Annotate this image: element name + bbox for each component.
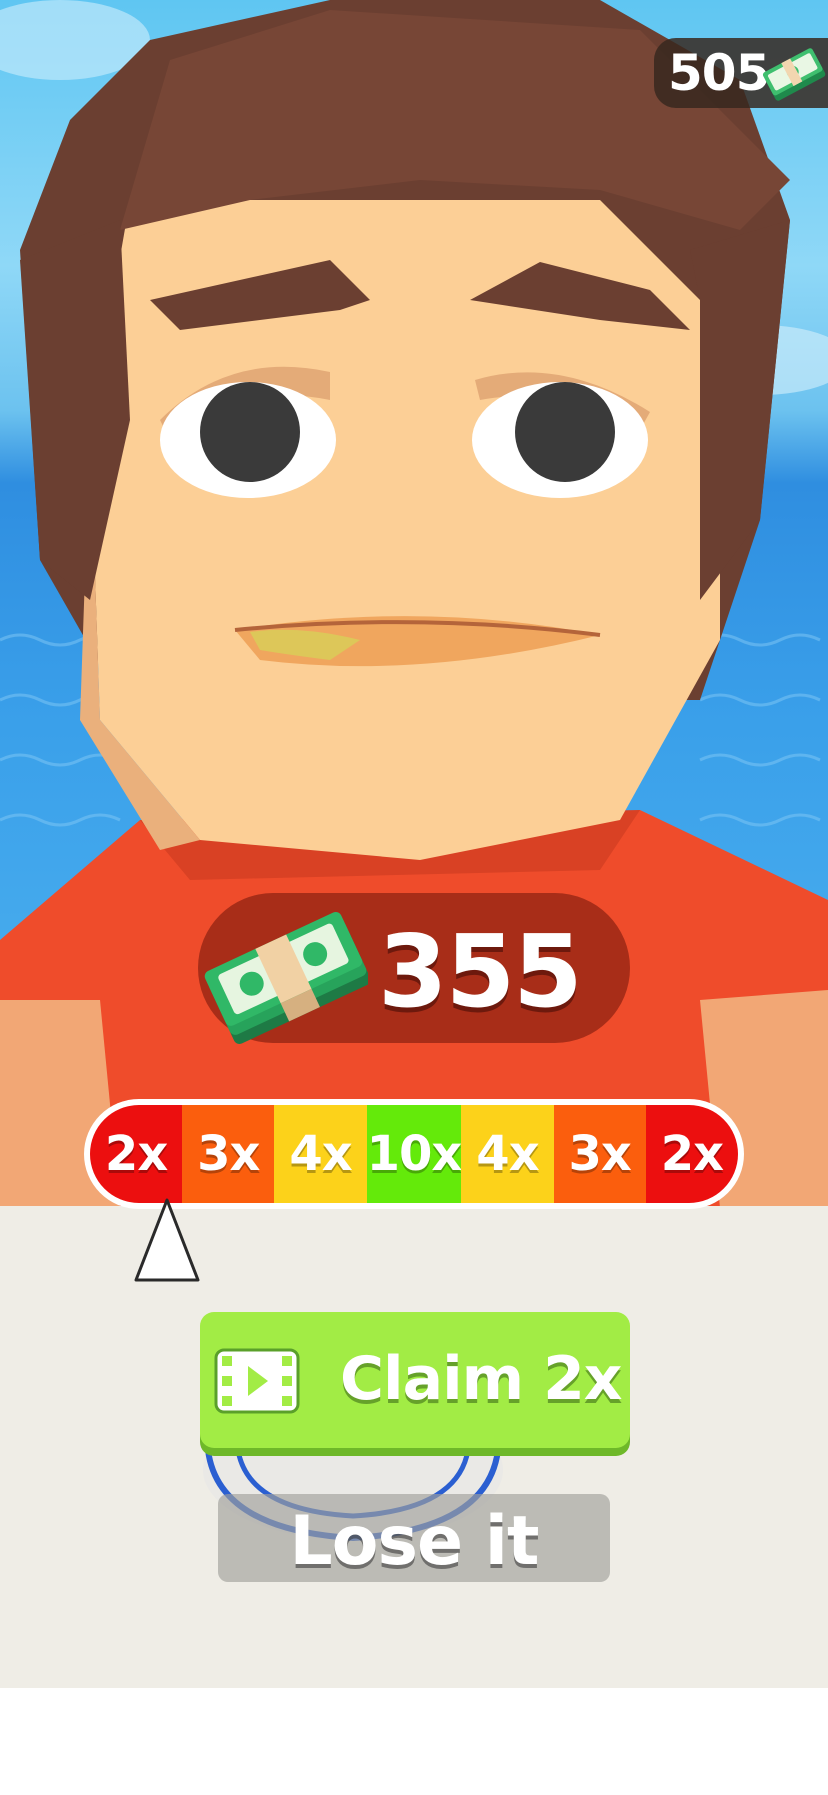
multiplier-segment: 2x xyxy=(645,1105,738,1203)
multiplier-segment: 4x xyxy=(461,1105,554,1203)
multiplier-segment: 2x xyxy=(90,1105,183,1203)
coin-total: 505 xyxy=(668,44,770,102)
reward-amount: 355 xyxy=(378,913,583,1030)
multiplier-pointer xyxy=(132,1196,202,1290)
multiplier-segment: 10x xyxy=(366,1105,462,1203)
video-ad-icon xyxy=(214,1348,300,1418)
cash-stack-icon xyxy=(762,46,828,106)
coin-counter: 505 xyxy=(654,38,828,108)
multiplier-segment: 3x xyxy=(182,1105,275,1203)
multiplier-bar: 2x 3x 4x 10x 4x 3x 2x xyxy=(84,1099,744,1209)
cash-stack-icon xyxy=(198,883,371,1057)
claim-button-label: Claim 2x xyxy=(340,1344,623,1414)
lose-it-button[interactable]: Lose it xyxy=(218,1494,610,1582)
claim-2x-button[interactable]: Claim 2x xyxy=(200,1312,630,1448)
reward-display: 355 xyxy=(198,893,630,1044)
lose-button-label: Lose it xyxy=(289,1502,539,1581)
multiplier-segment: 3x xyxy=(553,1105,646,1203)
multiplier-segment: 4x xyxy=(274,1105,367,1203)
